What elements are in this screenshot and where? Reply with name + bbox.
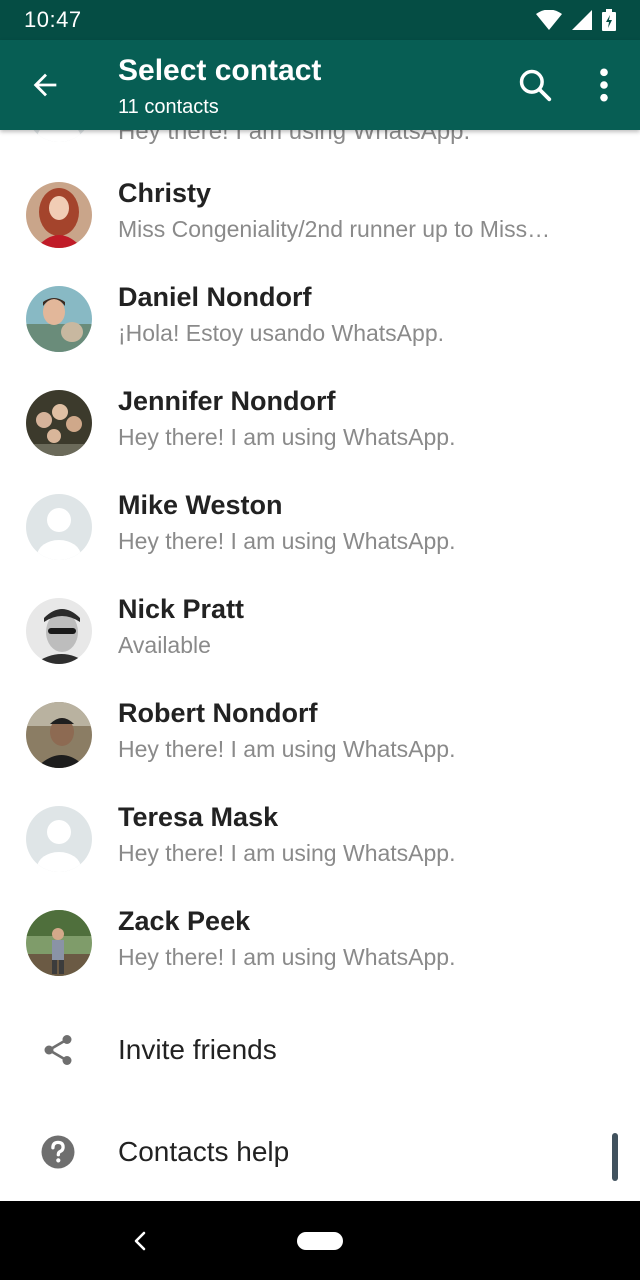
list-item-contact[interactable]: Christy Miss Congeniality/2nd runner up … [0,162,640,266]
list-item-contact[interactable]: Jennifer Nondorf Hey there! I am using W… [0,370,640,474]
list-item-contact[interactable]: Mike Weston Hey there! I am using WhatsA… [0,474,640,578]
more-vert-icon[interactable] [592,66,616,104]
home-pill-icon[interactable] [297,1232,343,1250]
contact-photo-avatar [26,910,92,976]
contact-list[interactable]: Hey there! I am using WhatsApp. Christy … [0,130,640,1201]
nav-back-icon[interactable] [130,1229,150,1253]
contact-name: Robert Nondorf [118,698,318,728]
contact-name: Christy [118,178,212,208]
status-icons [536,9,616,31]
contact-name: Mike Weston [118,490,283,520]
contact-name: Jennifer Nondorf [118,386,336,416]
contact-photo-avatar [26,182,92,248]
list-item-contact[interactable]: Nick Pratt Available [0,578,640,682]
help-icon [41,1135,75,1169]
contacts-help-item[interactable]: Contacts help [0,1102,640,1201]
contact-photo-avatar [26,286,92,352]
wifi-icon [536,10,562,30]
default-avatar-icon [26,130,92,142]
default-avatar-icon [26,806,92,872]
arrow-left-icon[interactable] [28,68,62,102]
contact-status: Available [118,632,211,658]
list-item-contact[interactable]: Zack Peek Hey there! I am using WhatsApp… [0,890,640,994]
list-item-contact[interactable]: Robert Nondorf Hey there! I am using Wha… [0,682,640,786]
battery-charging-icon [602,9,616,31]
contact-status: Hey there! I am using WhatsApp. [118,424,456,450]
contact-name: Zack Peek [118,906,251,936]
default-avatar-icon [26,494,92,560]
system-nav-bar [0,1201,640,1280]
contact-name: Teresa Mask [118,802,279,832]
share-icon [44,1035,72,1065]
status-bar: 10:47 [0,0,640,40]
contact-status: ¡Hola! Estoy usando WhatsApp. [118,320,444,346]
invite-friends-label: Invite friends [118,1034,277,1065]
list-item-partial[interactable]: Hey there! I am using WhatsApp. [0,130,640,150]
contact-status: Hey there! I am using WhatsApp. [118,840,456,866]
search-icon[interactable] [516,66,554,104]
status-time: 10:47 [24,7,82,32]
list-item-contact[interactable]: Teresa Mask Hey there! I am using WhatsA… [0,786,640,890]
contact-status: Hey there! I am using WhatsApp. [118,528,456,554]
contact-count: 11 contacts [118,96,219,118]
contact-status: Hey there! I am using WhatsApp. [118,944,456,970]
contact-photo-avatar [26,390,92,456]
contacts-help-label: Contacts help [118,1136,290,1167]
contact-photo-avatar [26,702,92,768]
contact-name: Daniel Nondorf [118,282,312,312]
list-item-contact[interactable]: Daniel Nondorf ¡Hola! Estoy usando Whats… [0,266,640,370]
contact-status: Hey there! I am using WhatsApp. [118,736,456,762]
contact-name: Nick Pratt [118,594,245,624]
signal-icon [572,10,592,30]
contact-photo-avatar [26,598,92,664]
contact-status: Hey there! I am using WhatsApp. [118,130,471,145]
invite-friends-item[interactable]: Invite friends [0,1000,640,1100]
contact-status: Miss Congeniality/2nd runner up to Miss… [118,216,551,242]
page-title: Select contact [118,54,322,87]
app-bar: Select contact 11 contacts [0,40,640,130]
scrollbar-thumb[interactable] [612,1133,618,1181]
